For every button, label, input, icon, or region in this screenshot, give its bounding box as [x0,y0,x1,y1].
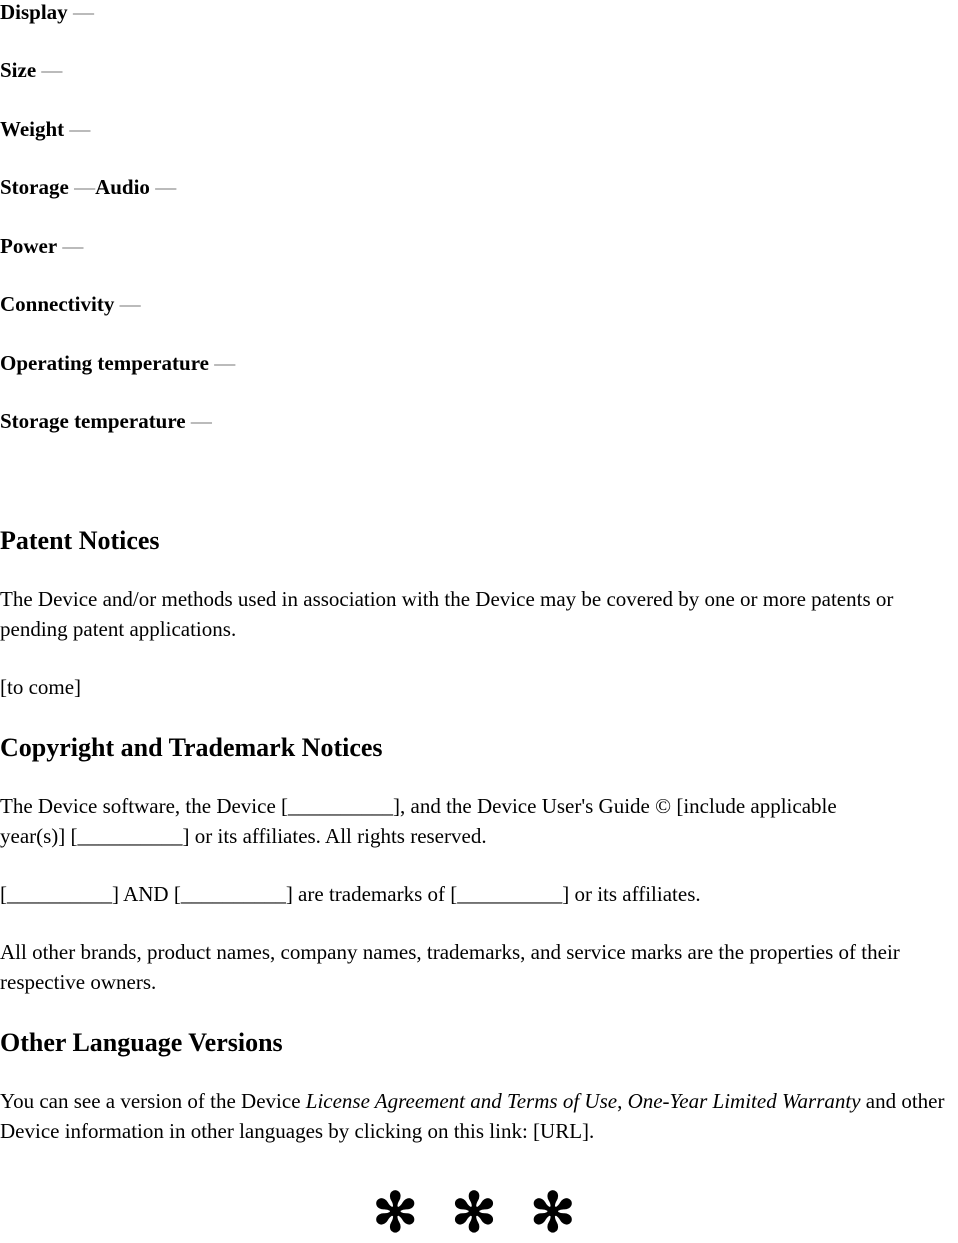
spec-label: Weight [0,117,65,141]
languages-heading: Other Language Versions [0,1028,283,1057]
copyright-heading: Copyright and Trademark Notices [0,733,383,762]
spec-value: — [69,117,91,141]
spec-label: Size [0,58,37,82]
spec-value: — [72,0,94,24]
spec-size: Size — [0,58,62,82]
copyright-paragraph: The Device software, the Device [_______… [0,794,837,848]
spec-value: — [190,409,212,433]
spec-value: — [41,58,63,82]
spec-label: Audio [95,175,150,199]
spec-value: — [74,175,96,199]
spec-label: Operating temperature [0,351,209,375]
text: You can see a version of the Device [0,1089,306,1113]
patent-heading: Patent Notices [0,526,160,555]
spec-value: — [214,351,236,375]
spec-label: Storage temperature [0,409,186,433]
languages-paragraph: You can see a version of the Device Lice… [0,1087,958,1146]
spec-weight: Weight — [0,117,90,141]
spec-storage-temperature: Storage temperature — [0,409,212,433]
spec-display: Display — [0,0,94,24]
trademark-paragraph: [__________] AND [__________] are tradem… [0,882,701,906]
spec-label: Storage [0,175,69,199]
other-brands-paragraph: All other brands, product names, company… [0,940,900,994]
license-title: License Agreement and Terms of Use [305,1089,618,1113]
spec-value: — [62,234,84,258]
patent-body: The Device and/or methods used in associ… [0,587,894,641]
spec-connectivity: Connectivity — [0,292,141,316]
spec-value: — [155,175,177,199]
warranty-title: One-Year Limited Warranty [627,1089,861,1113]
spec-value: — [119,292,141,316]
separator: , [617,1089,628,1113]
end-marker: ✻ ✻ ✻ [372,1183,586,1243]
spec-power: Power — [0,234,83,258]
spec-label: Connectivity [0,292,115,316]
spec-label: Power [0,234,58,258]
spec-operating-temperature: Operating temperature — [0,351,235,375]
spec-label: Display [0,0,68,24]
spec-storage-audio: Storage —Audio — [0,175,176,199]
patent-placeholder: [to come] [0,675,82,699]
